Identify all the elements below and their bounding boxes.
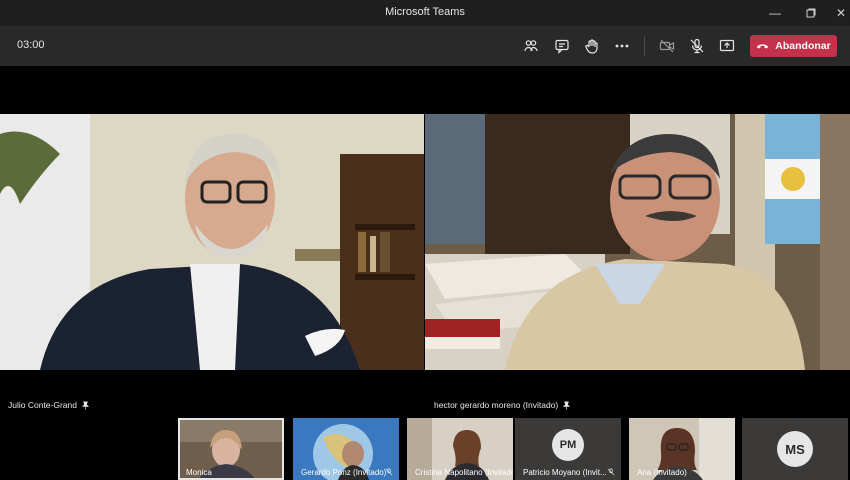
mic-off-icon[interactable] (685, 34, 709, 58)
participant-name: Ana (Invitado) (637, 468, 687, 477)
participant-name: Monica (186, 468, 212, 477)
participant-name-text: Julio Conte-Grand (8, 400, 77, 410)
toolbar-divider (644, 36, 645, 56)
avatar: MS (777, 431, 813, 467)
mic-muted-icon (385, 468, 393, 476)
close-icon[interactable]: ✕ (826, 0, 850, 26)
participant-tile[interactable]: MS (742, 418, 848, 480)
participant-name-hector: hector gerardo moreno (Invitado) (434, 400, 571, 410)
video-feed-julio[interactable] (0, 114, 424, 370)
share-screen-icon[interactable] (715, 34, 739, 58)
minimize-icon[interactable]: — (760, 0, 790, 26)
participant-name: Gerardo Ponz (Invitado) (301, 468, 387, 477)
participant-tile[interactable]: Monica (178, 418, 284, 480)
leave-button[interactable]: Abandonar (750, 35, 837, 57)
more-icon[interactable] (610, 34, 634, 58)
camera-off-icon[interactable] (655, 34, 679, 58)
participant-tile[interactable]: Cristina Napolitano (Invitado) (407, 418, 513, 480)
participant-name-julio: Julio Conte-Grand (8, 400, 90, 410)
video-feed-hector[interactable] (425, 114, 850, 370)
meeting-toolbar: 03:00 Abandonar (0, 26, 850, 66)
meeting-timer: 03:00 (17, 39, 45, 51)
participant-name: Cristina Napolitano (Invitado) (415, 468, 513, 477)
maximize-icon[interactable] (796, 0, 826, 26)
participant-name-text: hector gerardo moreno (Invitado) (434, 400, 559, 410)
mic-muted-icon (607, 468, 615, 476)
participant-tile[interactable]: PM Patricio Moyano (Invit... (515, 418, 621, 480)
hector-video-frame (425, 114, 850, 370)
phone-hangup-icon (757, 44, 769, 49)
window-title: Microsoft Teams (385, 6, 465, 18)
participant-tile[interactable]: Ana (Invitado) (629, 418, 735, 480)
participants-icon[interactable] (519, 34, 543, 58)
speaker-video-frame (0, 114, 424, 370)
avatar: PM (552, 429, 584, 462)
pin-icon (563, 401, 571, 410)
pin-icon (81, 401, 90, 410)
title-bar: Microsoft Teams — ✕ (0, 0, 850, 26)
participant-tile[interactable]: Gerardo Ponz (Invitado) (293, 418, 399, 480)
raise-hand-icon[interactable] (580, 34, 604, 58)
participant-name: Patricio Moyano (Invit... (523, 468, 607, 477)
leave-button-label: Abandonar (775, 40, 831, 52)
chat-icon[interactable] (550, 34, 574, 58)
